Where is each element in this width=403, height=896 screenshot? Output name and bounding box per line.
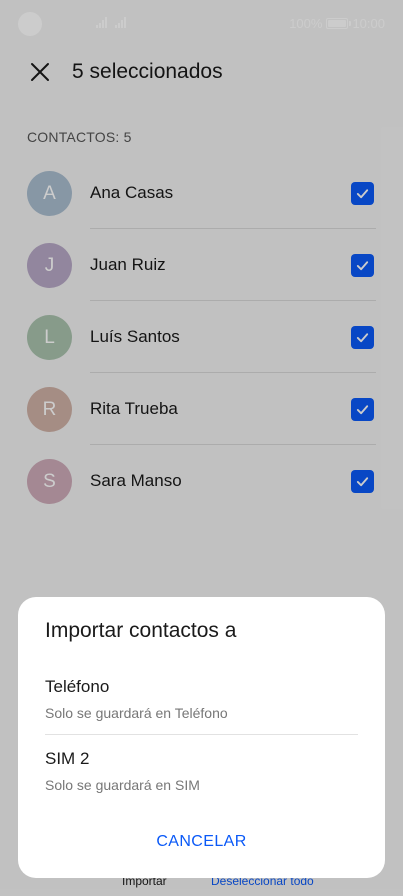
option-subtitle: Solo se guardará en SIM: [45, 777, 200, 793]
option-sim-2[interactable]: SIM 2 Solo se guardará en SIM: [45, 747, 358, 809]
divider: [45, 734, 358, 735]
import-destination-dialog: Importar contactos a Teléfono Solo se gu…: [18, 597, 385, 878]
option-title: Teléfono: [45, 677, 110, 696]
option-subtitle: Solo se guardará en Teléfono: [45, 705, 228, 721]
option-phone[interactable]: Teléfono Solo se guardará en Teléfono: [45, 675, 358, 737]
cancel-button[interactable]: CANCELAR: [18, 833, 385, 851]
option-title: SIM 2: [45, 749, 90, 768]
dialog-title: Importar contactos a: [45, 619, 237, 642]
